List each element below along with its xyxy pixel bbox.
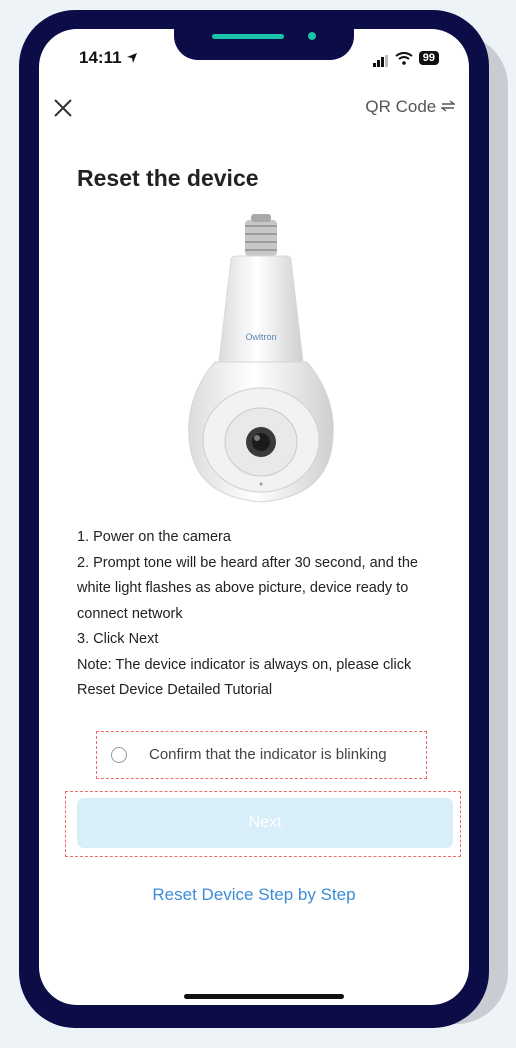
- instruction-line: 3. Click Next: [77, 631, 159, 647]
- phone-screen: 14:11 99 QR Code Reset the device Owltro…: [39, 29, 469, 1005]
- wifi-icon: [395, 51, 413, 65]
- battery-indicator: 99: [418, 51, 439, 65]
- device-brand-text: Owltron: [245, 332, 276, 342]
- status-icons: 99: [372, 49, 439, 67]
- confirm-label: Confirm that the indicator is blinking: [149, 746, 387, 763]
- bulb-camera-image: Owltron: [188, 214, 334, 503]
- page-title: Reset the device: [77, 165, 259, 191]
- home-indicator: [184, 994, 344, 999]
- qr-code-button[interactable]: QR Code: [365, 97, 457, 117]
- close-button[interactable]: [49, 94, 77, 122]
- instructions-text: 1. Power on the camera 2. Prompt tone wi…: [77, 525, 447, 704]
- next-button-highlight: Next: [65, 791, 461, 857]
- swap-icon: [439, 100, 457, 112]
- instruction-line: 1. Power on the camera: [77, 529, 231, 545]
- qr-code-label: QR Code: [365, 97, 437, 116]
- next-button[interactable]: Next: [77, 798, 453, 848]
- confirm-blinking-checkbox[interactable]: Confirm that the indicator is blinking: [96, 731, 427, 779]
- close-icon: [54, 99, 72, 117]
- camera-dot: [308, 32, 316, 40]
- reset-tutorial-link[interactable]: Reset Device Step by Step: [39, 885, 469, 905]
- phone-notch: [174, 14, 354, 60]
- signal-icon: [372, 49, 389, 67]
- radio-circle-icon[interactable]: [111, 747, 127, 763]
- instruction-note: Note: The device indicator is always on,…: [77, 656, 412, 699]
- instruction-line: 2. Prompt tone will be heard after 30 se…: [77, 554, 418, 622]
- speaker-bar: [212, 34, 284, 39]
- location-arrow-icon: [127, 53, 138, 63]
- status-time: 14:11: [79, 48, 138, 68]
